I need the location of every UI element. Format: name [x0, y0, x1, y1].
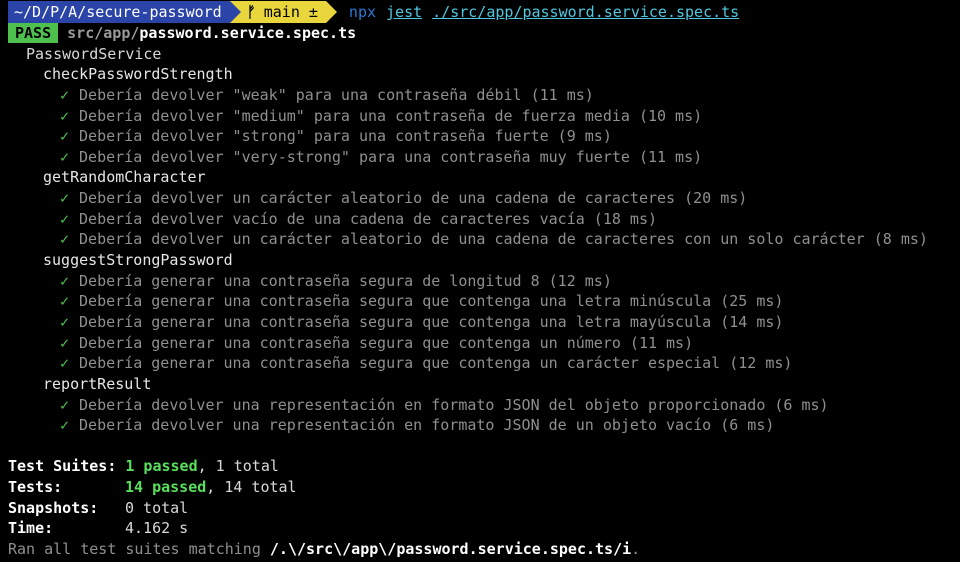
test-result-row: ✓ Debería generar una contraseña segura q…: [8, 353, 958, 374]
test-description: Debería devolver un carácter aleatorio d…: [79, 230, 928, 249]
time-value: 4.162 s: [125, 519, 189, 538]
test-description: Debería devolver "strong" para una contr…: [79, 127, 612, 146]
summary-label: Time:: [8, 519, 54, 538]
test-group-name: suggestStrongPassword: [43, 251, 233, 270]
result-header: PASS src/app/password.service.spec.ts: [8, 23, 958, 44]
test-description: Debería generar una contraseña segura qu…: [79, 333, 694, 352]
test-result-row: ✓ Debería generar una contraseña segura q…: [8, 291, 958, 312]
test-result-row: ✓ Debería devolver una representación en …: [8, 395, 958, 416]
check-icon: ✓: [60, 106, 70, 125]
snapshots-value: 0 total: [125, 498, 189, 517]
powerline-separator-icon: [229, 1, 241, 23]
powerline-separator-icon: [325, 1, 337, 23]
spec-file-name: password.service.spec.ts: [139, 24, 357, 42]
prompt-git: ᚠ main ±: [240, 1, 326, 23]
ran-end: .: [631, 540, 641, 559]
test-group-name: reportResult: [43, 374, 152, 393]
command-argument-path[interactable]: ./src/app/password.service.spec.ts: [432, 3, 739, 21]
test-result-row: ✓ Debería devolver vacío de una cadena de…: [8, 209, 958, 230]
check-icon: ✓: [60, 395, 70, 414]
test-description: Debería devolver una representación en f…: [79, 416, 775, 435]
suites-total: , 1 total: [197, 457, 279, 476]
summary-tests: Tests: 14 passed, 14 total: [8, 477, 958, 498]
check-icon: ✓: [60, 147, 70, 166]
tests-passed: 14 passed: [125, 478, 207, 497]
ran-pattern: /.\/src\/app\/password.service.spec.ts/i: [269, 540, 632, 559]
command-jest: jest: [386, 3, 423, 21]
test-result-row: ✓ Debería generar una contraseña segura q…: [8, 312, 958, 333]
test-description: Debería devolver "medium" para una contr…: [79, 106, 703, 125]
command-npx: npx: [348, 3, 377, 21]
suite-name: PasswordService: [26, 44, 162, 63]
check-icon: ✓: [60, 333, 70, 352]
pass-badge: PASS: [8, 23, 59, 43]
test-group-name: checkPasswordStrength: [43, 65, 233, 84]
summary-label: Tests:: [8, 478, 63, 497]
summary-suites: Test Suites: 1 passed, 1 total: [8, 456, 958, 477]
prompt-path: ~/D/P/A/secure-password: [8, 1, 230, 23]
spec-file-dir: src/app/: [67, 24, 140, 42]
check-icon: ✓: [60, 189, 70, 208]
test-description: Debería devolver una representación en f…: [79, 395, 829, 414]
test-result-row: ✓ Debería devolver un carácter aleatorio …: [8, 229, 958, 250]
shell-prompt: ~/D/P/A/secure-password ᚠ main ± npx jes…: [8, 1, 958, 23]
test-result-row: ✓ Debería devolver "very-strong" para una…: [8, 147, 958, 168]
ran-all-line: Ran all test suites matching /.\/src\/ap…: [8, 539, 958, 560]
check-icon: ✓: [60, 354, 70, 373]
test-result-row: ✓ Debería devolver "strong" para una cont…: [8, 126, 958, 147]
test-groups: checkPasswordStrength ✓ Debería devolver "…: [8, 64, 958, 436]
check-icon: ✓: [60, 312, 70, 331]
suites-passed: 1 passed: [125, 457, 198, 476]
test-result-row: ✓ Debería devolver una representación en …: [8, 415, 958, 436]
terminal: ~/D/P/A/secure-password ᚠ main ± npx jes…: [8, 0, 958, 560]
test-group-name: getRandomCharacter: [43, 168, 206, 187]
check-icon: ✓: [60, 230, 70, 249]
test-description: Debería devolver "very-strong" para una …: [79, 147, 703, 166]
summary-snapshots: Snapshots: 0 total: [8, 498, 958, 519]
test-description: Debería devolver un carácter aleatorio d…: [79, 189, 748, 208]
test-description: Debería devolver "weak" para una contras…: [79, 85, 594, 104]
check-icon: ✓: [60, 271, 70, 290]
check-icon: ✓: [60, 209, 70, 228]
summary-label: Snapshots:: [8, 498, 99, 517]
check-icon: ✓: [60, 85, 70, 104]
check-icon: ✓: [60, 416, 70, 435]
test-description: Debería generar una contraseña segura qu…: [79, 312, 784, 331]
summary-label: Test Suites:: [8, 457, 117, 476]
test-result-row: ✓ Debería generar una contraseña segura d…: [8, 271, 958, 292]
test-result-row: ✓ Debería generar una contraseña segura q…: [8, 333, 958, 354]
ran-text: Ran all test suites matching: [8, 540, 270, 559]
test-description: Debería generar una contraseña segura qu…: [79, 292, 784, 311]
test-description: Debería devolver vacío de una cadena de …: [79, 209, 657, 228]
check-icon: ✓: [60, 292, 70, 311]
check-icon: ✓: [60, 127, 70, 146]
test-result-row: ✓ Debería devolver "medium" para una cont…: [8, 106, 958, 127]
test-description: Debería generar una contraseña segura qu…: [79, 354, 793, 373]
test-result-row: ✓ Debería devolver "weak" para una contra…: [8, 85, 958, 106]
test-description: Debería generar una contraseña segura de…: [79, 271, 612, 290]
git-branch-icon: ᚠ: [246, 3, 256, 21]
tests-total: , 14 total: [206, 478, 297, 497]
summary-time: Time: 4.162 s: [8, 518, 958, 539]
test-result-row: ✓ Debería devolver un carácter aleatorio …: [8, 188, 958, 209]
git-branch-name: main ±: [263, 3, 318, 21]
